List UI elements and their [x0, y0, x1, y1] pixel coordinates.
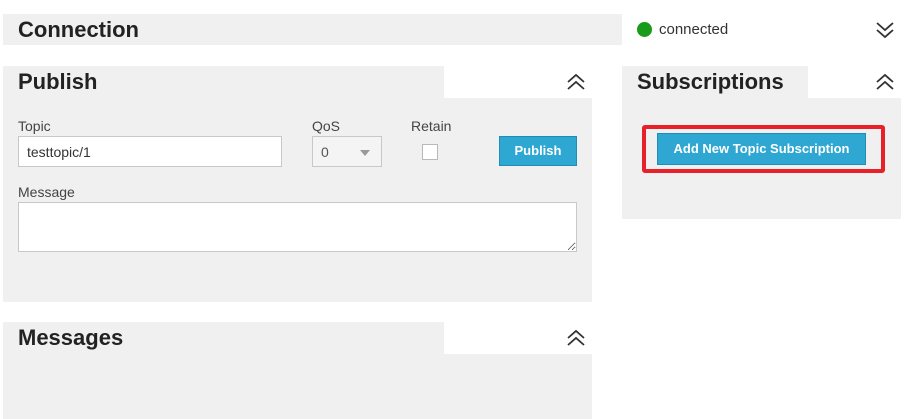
retain-checkbox[interactable] [422, 144, 438, 160]
messages-title: Messages [18, 325, 124, 350]
caret-down-icon [360, 150, 370, 156]
chevron-double-down-icon[interactable] [874, 19, 896, 41]
publish-panel [3, 98, 592, 302]
chevron-double-up-icon[interactable] [565, 327, 587, 349]
qos-select[interactable]: 0 [312, 136, 382, 167]
messages-panel [3, 354, 592, 419]
message-label: Message [18, 184, 75, 200]
connection-title: Connection [18, 17, 139, 42]
chevron-double-up-icon[interactable] [874, 71, 896, 93]
connection-status-text: connected [659, 20, 729, 38]
status-indicator-icon [637, 21, 652, 37]
publish-title: Publish [18, 69, 98, 94]
chevron-double-up-icon[interactable] [565, 71, 587, 93]
qos-label: QoS [312, 118, 341, 134]
connection-status: connected [637, 19, 728, 39]
subscriptions-title: Subscriptions [637, 69, 784, 94]
add-subscription-button[interactable]: Add New Topic Subscription [657, 133, 866, 165]
topic-label: Topic [18, 118, 51, 134]
topic-input[interactable] [18, 136, 282, 167]
qos-select-value: 0 [321, 143, 329, 160]
message-textarea[interactable] [18, 202, 577, 252]
retain-label: Retain [411, 118, 452, 134]
publish-button[interactable]: Publish [499, 136, 577, 166]
